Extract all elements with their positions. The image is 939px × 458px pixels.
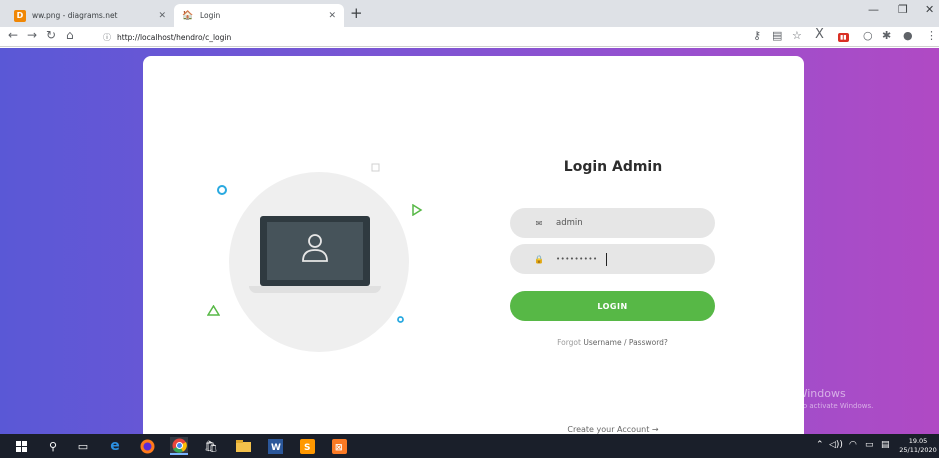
square-decoration-icon (371, 163, 380, 172)
triangle-decoration-icon (207, 305, 220, 316)
close-window-icon[interactable]: ✕ (925, 3, 934, 16)
login-button[interactable]: LOGIN (510, 291, 715, 321)
url-text: http://localhost/hendro/c_login (117, 32, 232, 42)
minimize-icon[interactable]: — (868, 3, 879, 16)
star-icon[interactable]: ☆ (792, 29, 802, 42)
activate-windows-watermark: Activate Windows Go to Settings to activ… (748, 387, 873, 410)
tab-title: Login (200, 11, 221, 20)
volume-icon[interactable]: ◁)) (829, 440, 843, 450)
username-input[interactable] (556, 218, 696, 228)
user-icon (302, 234, 328, 262)
create-account-link[interactable]: Create your Account → (523, 425, 703, 434)
svg-text:S: S (304, 443, 310, 453)
notification-icon[interactable]: ▤ (881, 440, 890, 450)
red-extension-icon[interactable]: ▮▮ (838, 33, 849, 42)
puzzle-icon[interactable]: ✱ (882, 29, 891, 42)
reload-icon[interactable]: ↻ (46, 28, 56, 42)
drawio-icon: D (14, 9, 26, 22)
password-input[interactable] (556, 255, 696, 263)
xampp-icon[interactable]: ⊠ (330, 437, 348, 455)
watermark-title: Activate Windows (748, 387, 846, 400)
word-icon[interactable]: W (266, 437, 284, 455)
circle-extension-icon[interactable]: ○ (863, 29, 873, 42)
chevron-up-icon[interactable]: ⌃ (816, 440, 824, 450)
home-icon[interactable]: ⌂ (66, 28, 74, 42)
windows-start-icon[interactable] (12, 437, 30, 455)
clock-date: 25/11/2020 (899, 446, 937, 454)
system-clock[interactable]: 19.05 25/11/2020 (898, 437, 938, 455)
home-icon: 🏠 (182, 10, 194, 21)
sublime-icon[interactable]: S (298, 437, 316, 455)
windows-taskbar: ⚲ ▭ e 🛍 W S ⊠ ⌃ ◁)) ◠ ▭ ▤ 19.05 25/11/20… (0, 434, 939, 458)
browser-tab-bar: D ww.png - diagrams.net ✕ 🏠 Login ✕ + — … (0, 0, 939, 27)
restore-icon[interactable]: ❐ (898, 3, 908, 16)
info-icon[interactable]: ⓘ (103, 32, 111, 43)
watermark-subtitle: Go to Settings to activate Windows. (748, 402, 874, 410)
search-icon[interactable]: ⚲ (44, 437, 62, 455)
profile-icon[interactable]: ● (903, 29, 913, 42)
svg-text:⊠: ⊠ (335, 443, 343, 453)
browser-toolbar: ← → ↻ ⌂ ⓘ http://localhost/hendro/c_logi… (0, 27, 939, 47)
file-explorer-icon[interactable] (234, 437, 252, 455)
battery-icon[interactable]: ▭ (865, 440, 874, 450)
tab-title: ww.png - diagrams.net (32, 11, 118, 20)
password-field[interactable]: 🔒 (510, 244, 715, 274)
store-icon[interactable]: 🛍 (202, 437, 220, 455)
key-icon[interactable]: ⚷ (753, 29, 761, 42)
close-icon[interactable]: ✕ (328, 11, 336, 21)
triangle-decoration-icon (412, 204, 423, 216)
close-icon[interactable]: ✕ (158, 11, 166, 21)
login-card: Login Admin ✉ 🔒 LOGIN Forgot Username / … (143, 56, 804, 434)
svg-text:W: W (271, 443, 281, 453)
page-title: Login Admin (563, 159, 663, 175)
translate-icon[interactable]: ▤ (772, 29, 782, 42)
forward-icon[interactable]: → (27, 28, 37, 42)
task-view-icon[interactable]: ▭ (74, 437, 92, 455)
laptop-base (249, 286, 381, 293)
text-cursor (606, 252, 607, 266)
dot-decoration-icon (397, 316, 404, 323)
address-bar[interactable]: ⓘ http://localhost/hendro/c_login (103, 29, 743, 45)
x-extension-icon[interactable]: X (815, 27, 824, 42)
forgot-credentials: Forgot Username / Password? (510, 338, 715, 347)
laptop-icon (260, 216, 370, 286)
lock-icon: 🔒 (534, 254, 544, 264)
wifi-icon[interactable]: ◠ (849, 440, 857, 450)
back-icon[interactable]: ← (8, 28, 18, 42)
menu-icon[interactable]: ⋮ (926, 29, 937, 42)
firefox-icon[interactable] (138, 437, 156, 455)
login-page: Login Admin ✉ 🔒 LOGIN Forgot Username / … (0, 48, 939, 434)
edge-icon[interactable]: e (106, 437, 124, 455)
forgot-link[interactable]: Username / Password? (583, 338, 668, 347)
tab-diagrams[interactable]: D ww.png - diagrams.net ✕ (6, 4, 174, 27)
new-tab-icon[interactable]: + (350, 4, 363, 22)
username-field[interactable]: ✉ (510, 208, 715, 238)
tab-login[interactable]: 🏠 Login ✕ (174, 4, 344, 27)
forgot-label: Forgot (557, 338, 581, 347)
chrome-icon[interactable] (170, 437, 188, 455)
clock-time: 19.05 (908, 437, 928, 445)
envelope-icon: ✉ (535, 218, 543, 228)
circle-decoration-icon (217, 185, 227, 195)
